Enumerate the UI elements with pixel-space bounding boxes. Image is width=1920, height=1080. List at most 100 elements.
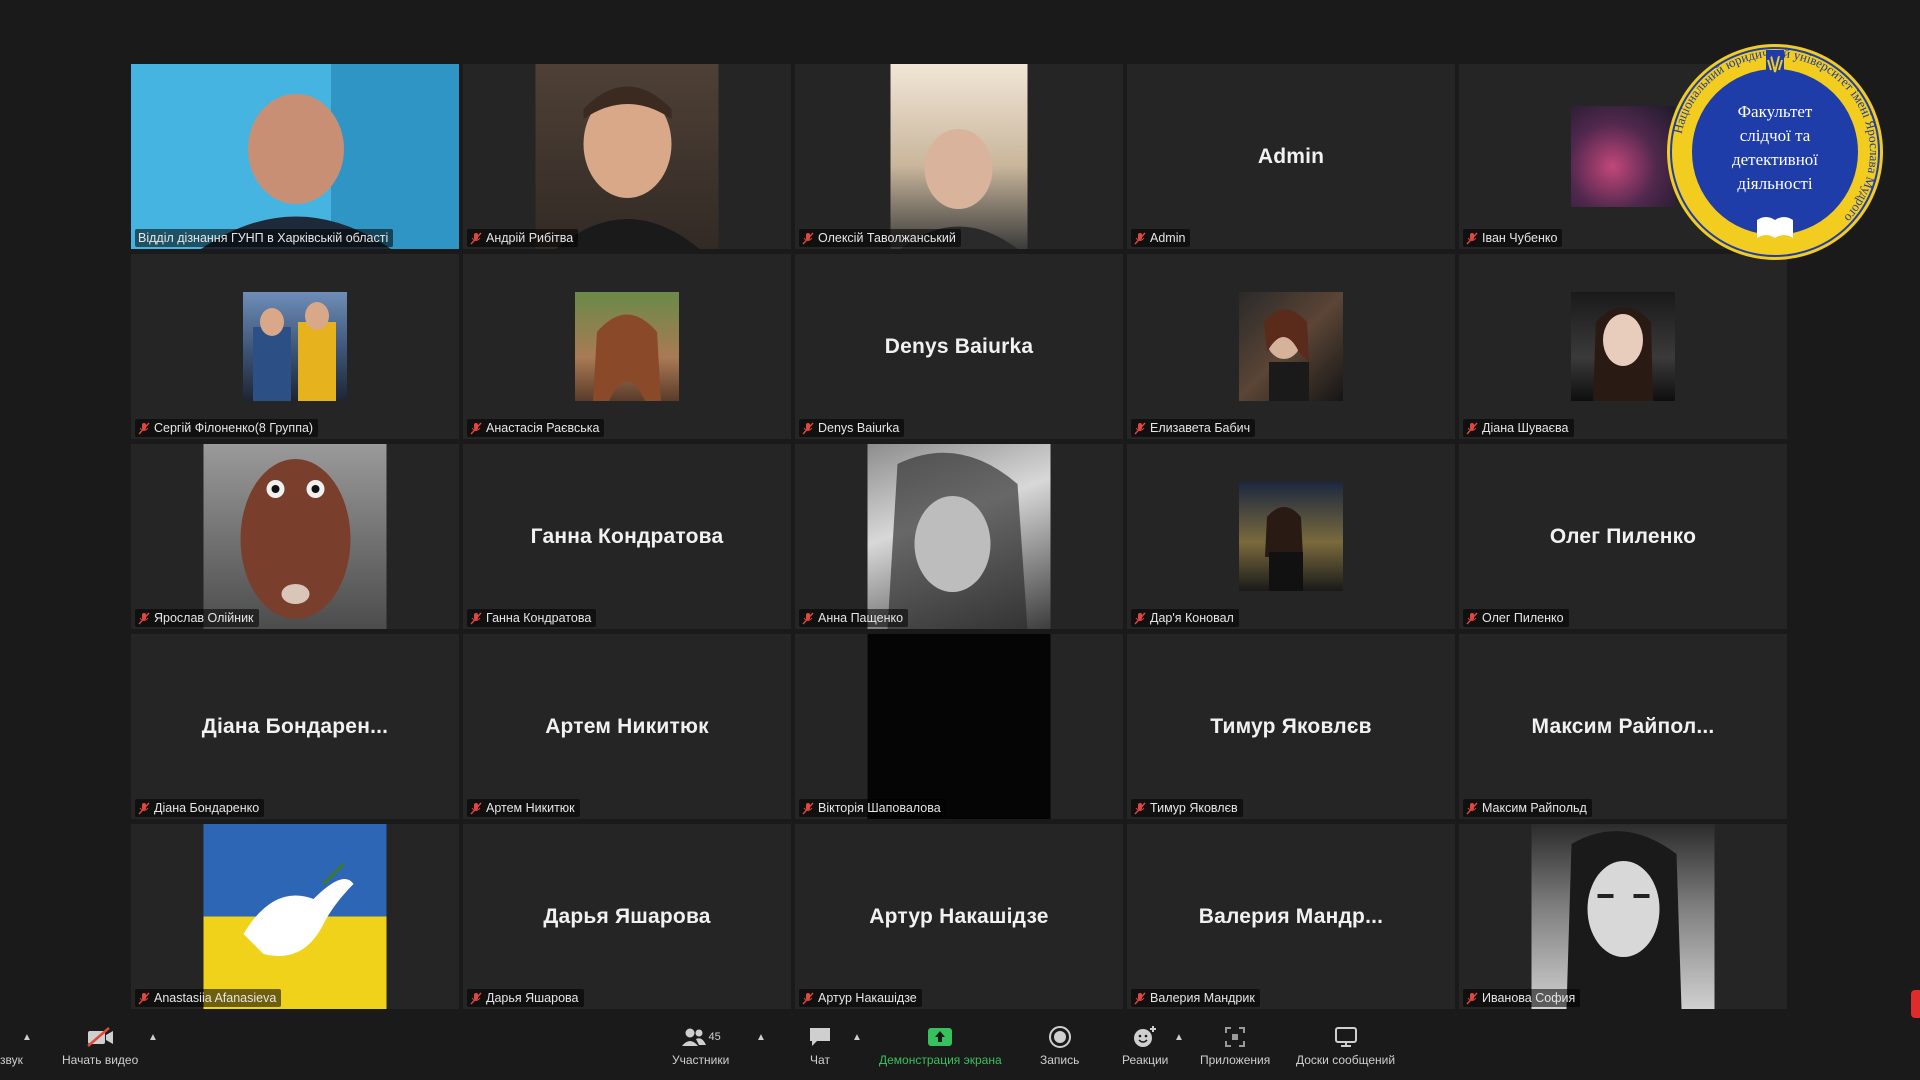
muted-mic-icon — [1466, 992, 1478, 1004]
participant-name: Діана Бондаренко — [154, 801, 260, 815]
emblem-line: діяльності — [1737, 174, 1813, 193]
participant-video — [867, 634, 1051, 819]
participant-name-tag: Иванова София — [1463, 989, 1581, 1007]
participant-avatar-photo — [203, 444, 387, 629]
participant-name-tag: Сергій Філоненко(8 Группа) — [135, 419, 319, 437]
participant-tile[interactable]: Anastasiia Afanasieva — [131, 824, 459, 1009]
apps-button[interactable]: Приложения — [1200, 1026, 1270, 1067]
participant-tile[interactable]: Артур Накашідзе Артур Накашідзе — [795, 824, 1123, 1009]
whiteboards-label: Доски сообщений — [1296, 1053, 1396, 1067]
participant-display-name: Максим Райпол... — [1531, 714, 1715, 738]
faculty-emblem-logo: Національний юридичний університет імені… — [1665, 42, 1885, 260]
meeting-controls-toolbar: звук ▲ Начать видео ▲ 45 Участники ▲ Чат… — [0, 990, 1920, 1080]
share-screen-button[interactable]: Демонстрация экрана — [879, 1026, 1002, 1067]
reactions-button[interactable]: Реакции — [1122, 1026, 1168, 1067]
muted-mic-icon — [470, 802, 482, 814]
participant-name-tag: Елизавета Бабич — [1131, 419, 1256, 437]
participant-tile[interactable]: Тимур Яковлєв Тимур Яковлєв — [1127, 634, 1455, 819]
muted-mic-icon — [470, 612, 482, 624]
participant-tile[interactable]: Вікторія Шаповалова — [795, 634, 1123, 819]
chat-label: Чат — [810, 1053, 830, 1067]
participant-avatar-photo — [1531, 824, 1715, 1009]
participant-tile[interactable]: Олексій Таволжанський — [795, 64, 1123, 249]
participant-name: Олег Пиленко — [1482, 611, 1564, 625]
participant-name-tag: Валерия Мандрик — [1131, 989, 1260, 1007]
participant-video — [131, 64, 459, 249]
participant-video — [535, 64, 719, 249]
muted-mic-icon — [802, 802, 814, 814]
participant-name: Дарья Яшарова — [486, 991, 579, 1005]
participant-name: Anastasiia Afanasieva — [154, 991, 277, 1005]
participant-tile[interactable]: Ярослав Олійник — [131, 444, 459, 629]
participant-name: Сергій Філоненко(8 Группа) — [154, 421, 314, 435]
muted-mic-icon — [470, 992, 482, 1004]
apps-icon — [1225, 1027, 1246, 1047]
participant-tile[interactable]: Ганна Кондратова Ганна Кондратова — [463, 444, 791, 629]
participant-tile[interactable]: Елизавета Бабич — [1127, 254, 1455, 439]
participant-tile[interactable]: Анна Пащенко — [795, 444, 1123, 629]
reactions-label: Реакции — [1122, 1053, 1169, 1067]
record-label: Запись — [1040, 1053, 1080, 1067]
participant-name: Ярослав Олійник — [154, 611, 254, 625]
participant-name: Ганна Кондратова — [486, 611, 592, 625]
participant-name-tag: Діана Бондаренко — [135, 799, 265, 817]
muted-mic-icon — [802, 612, 814, 624]
audio-button[interactable]: звук — [0, 1026, 23, 1067]
reactions-options-chevron-icon[interactable]: ▲ — [1174, 1032, 1184, 1043]
participant-tile[interactable]: Дар'я Коновал — [1127, 444, 1455, 629]
record-button[interactable]: Запись — [1040, 1026, 1079, 1067]
participant-tile[interactable]: Діана Шуваєва — [1459, 254, 1787, 439]
participant-name: Максим Райпольд — [1482, 801, 1587, 815]
participant-tile[interactable]: Артем Никитюк Артем Никитюк — [463, 634, 791, 819]
participant-name: Анастасія Раєвська — [486, 421, 600, 435]
participant-tile[interactable]: Олег Пиленко Олег Пиленко — [1459, 444, 1787, 629]
participant-name-tag: Дарья Яшарова — [467, 989, 584, 1007]
emblem-line: Факультет — [1737, 102, 1813, 121]
participant-tile[interactable]: Admin Admin — [1127, 64, 1455, 249]
participant-name-tag: Дар'я Коновал — [1131, 609, 1239, 627]
participant-tile[interactable]: Максим Райпол... Максим Райпольд — [1459, 634, 1787, 819]
participant-tile[interactable]: Андрій Рибітва — [463, 64, 791, 249]
participant-name: Артур Накашідзе — [818, 991, 917, 1005]
chat-button[interactable]: Чат — [808, 1026, 832, 1067]
participants-options-chevron-icon[interactable]: ▲ — [756, 1032, 766, 1043]
start-video-button[interactable]: Начать видео — [62, 1026, 138, 1067]
participants-button[interactable]: 45 Участники — [672, 1026, 729, 1067]
participant-avatar-photo — [867, 444, 1051, 629]
participant-display-name: Дарья Яшарова — [543, 904, 711, 928]
whiteboards-button[interactable]: Доски сообщений — [1296, 1026, 1395, 1067]
participant-name-tag: Максим Райпольд — [1463, 799, 1592, 817]
participant-name-tag: Вікторія Шаповалова — [799, 799, 946, 817]
participant-tile[interactable]: Сергій Філоненко(8 Группа) — [131, 254, 459, 439]
participant-name: Дар'я Коновал — [1150, 611, 1234, 625]
participant-name-tag: Ярослав Олійник — [135, 609, 259, 627]
participant-tile[interactable]: Иванова София — [1459, 824, 1787, 1009]
record-icon — [1048, 1026, 1071, 1048]
chat-icon — [810, 1028, 830, 1046]
participant-tile[interactable]: Валерия Мандр... Валерия Мандрик — [1127, 824, 1455, 1009]
participant-tile[interactable]: Відділ дізнання ГУНП в Харківській облас… — [131, 64, 459, 249]
chat-options-chevron-icon[interactable]: ▲ — [852, 1032, 862, 1043]
participant-tile[interactable]: Denys Baiurka Denys Baiurka — [795, 254, 1123, 439]
participant-tile[interactable]: Анастасія Раєвська — [463, 254, 791, 439]
participant-name-tag: Anastasiia Afanasieva — [135, 989, 282, 1007]
participant-gallery: Відділ дізнання ГУНП в Харківській облас… — [131, 64, 1789, 1011]
muted-mic-icon — [470, 422, 482, 434]
participant-name-tag: Ганна Кондратова — [467, 609, 597, 627]
audio-options-chevron-icon[interactable]: ▲ — [22, 1032, 32, 1043]
participant-name: Відділ дізнання ГУНП в Харківській облас… — [138, 231, 389, 245]
participant-tile[interactable]: Діана Бондарен... Діана Бондаренко — [131, 634, 459, 819]
audio-label: звук — [0, 1053, 23, 1067]
muted-mic-icon — [802, 232, 814, 244]
end-meeting-button-edge[interactable] — [1911, 990, 1920, 1018]
participant-name: Admin — [1150, 231, 1186, 245]
participant-name-tag: Артем Никитюк — [467, 799, 580, 817]
participant-name: Валерия Мандрик — [1150, 991, 1255, 1005]
participant-name-tag: Admin — [1131, 229, 1191, 247]
participant-tile[interactable]: Дарья Яшарова Дарья Яшарова — [463, 824, 791, 1009]
participant-display-name: Denys Baiurka — [884, 334, 1034, 358]
participants-icon — [681, 1028, 706, 1046]
video-options-chevron-icon[interactable]: ▲ — [148, 1032, 158, 1043]
muted-mic-icon — [138, 802, 150, 814]
share-screen-label: Демонстрация экрана — [879, 1053, 1002, 1067]
